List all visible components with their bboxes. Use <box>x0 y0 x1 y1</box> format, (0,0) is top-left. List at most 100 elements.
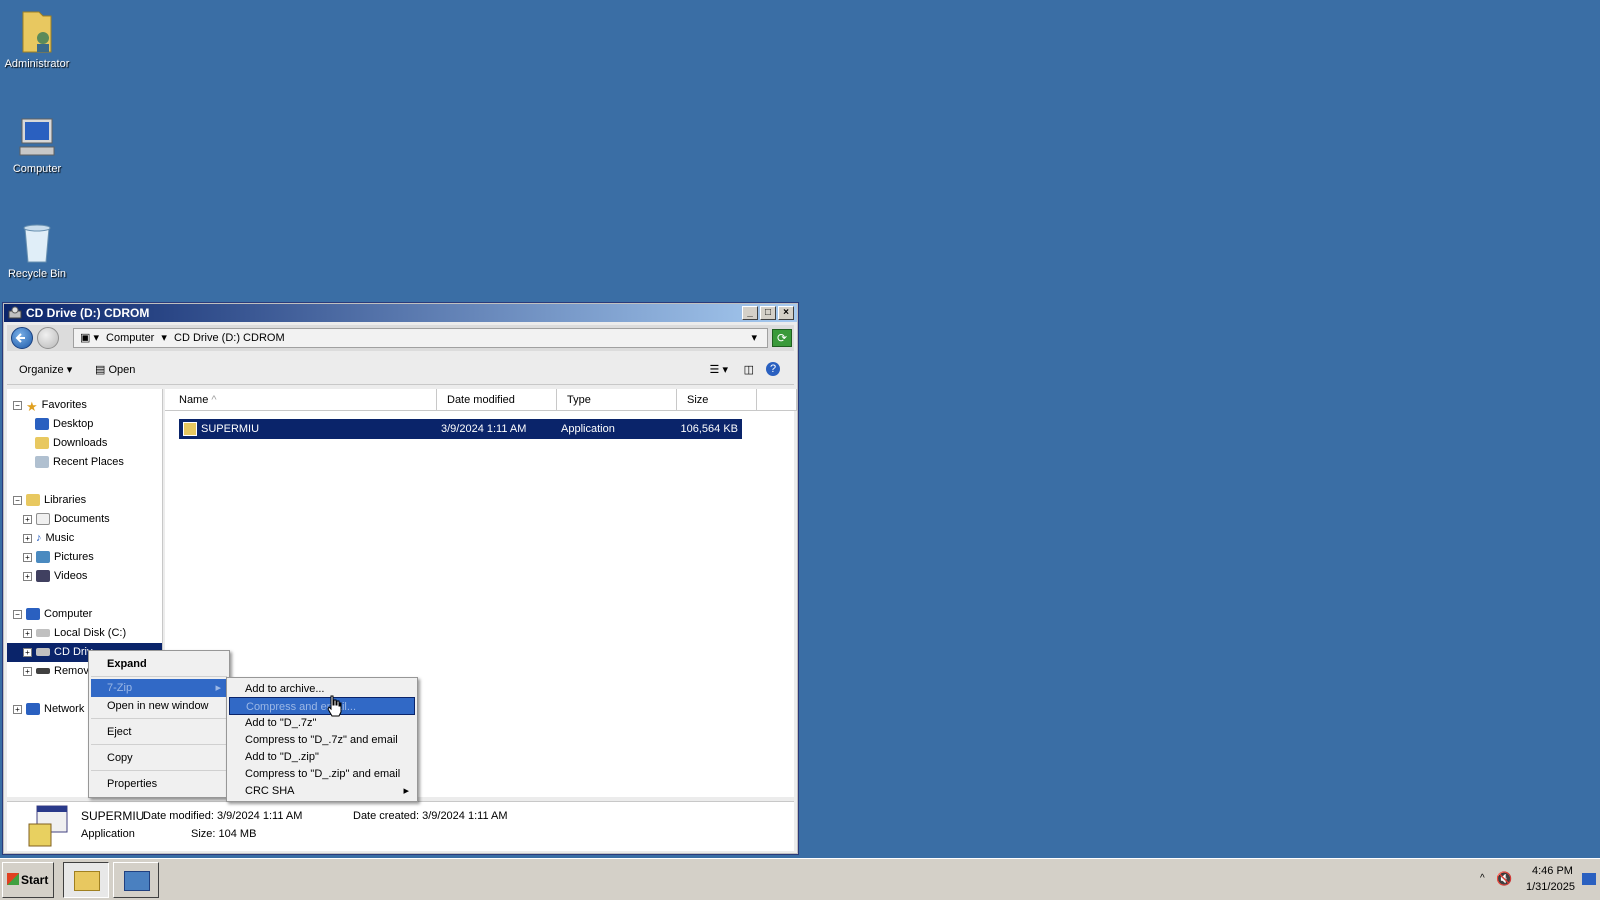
menu-separator <box>91 676 227 677</box>
menu-item-properties[interactable]: Properties <box>91 775 227 793</box>
tree-network[interactable]: + Network <box>13 703 84 716</box>
tree-label: Downloads <box>53 437 108 449</box>
submenu-add-to-archive[interactable]: Add to archive... <box>229 680 415 698</box>
tree-desktop[interactable]: Desktop <box>35 418 94 431</box>
7zip-submenu: Add to archive... Compress and email... … <box>226 677 418 802</box>
submenu-crc-sha[interactable]: CRC SHA ▸ <box>229 782 415 800</box>
breadcrumb-computer[interactable]: Computer <box>106 332 154 344</box>
close-button[interactable]: × <box>778 306 794 320</box>
column-label: Type <box>567 394 591 406</box>
column-name[interactable]: Name ^ <box>165 389 437 411</box>
hard-drive-icon <box>36 629 50 638</box>
column-filler <box>757 389 797 411</box>
column-date-modified[interactable]: Date modified <box>437 389 557 411</box>
desktop-icon-label: Recycle Bin <box>7 268 67 280</box>
open-icon: ▤ <box>95 364 109 376</box>
application-large-icon <box>28 805 68 847</box>
tree-documents[interactable]: + Documents <box>23 513 110 526</box>
maximize-button[interactable]: □ <box>760 306 776 320</box>
tree-label: Desktop <box>53 418 94 430</box>
collapse-icon[interactable]: − <box>13 400 22 410</box>
show-desktop-icon[interactable] <box>1582 873 1596 885</box>
preview-pane-icon[interactable]: ◫ <box>744 363 754 376</box>
desktop-icon <box>35 418 49 431</box>
menu-item-open-new-window[interactable]: Open in new window <box>91 697 227 715</box>
expand-icon[interactable]: + <box>23 552 32 562</box>
desktop-icon-label: Computer <box>12 163 62 175</box>
hand-cursor-icon <box>327 695 342 717</box>
expand-icon[interactable]: + <box>23 666 32 676</box>
menu-item-copy[interactable]: Copy <box>91 749 227 767</box>
tree-recent-places[interactable]: Recent Places <box>35 456 124 469</box>
breadcrumb-cd-drive[interactable]: CD Drive (D:) CDROM <box>174 332 285 344</box>
file-name: SUPERMIU <box>201 423 260 435</box>
column-label: Size <box>687 394 709 406</box>
desktop-icon-computer[interactable]: Computer <box>0 115 74 175</box>
menu-item-label: 7-Zip <box>107 682 133 694</box>
help-icon[interactable]: ? <box>766 362 780 376</box>
tree-downloads[interactable]: Downloads <box>35 437 108 450</box>
submenu-compress-and-email[interactable]: Compress and email... <box>229 697 415 715</box>
minimize-button[interactable]: _ <box>742 306 758 320</box>
show-hidden-icons[interactable]: ^ <box>1480 873 1485 884</box>
server-manager-icon <box>124 871 150 891</box>
tree-label: Remov <box>54 665 89 677</box>
tree-label: Libraries <box>44 494 87 506</box>
network-icon <box>26 703 40 716</box>
expand-icon[interactable]: + <box>23 533 32 543</box>
downloads-icon <box>35 437 49 450</box>
submenu-add-to-7z[interactable]: Add to "D_.7z" <box>229 714 415 732</box>
tree-removable[interactable]: + Remov <box>23 665 89 677</box>
tree-computer[interactable]: − Computer <box>13 608 93 621</box>
clock-time[interactable]: 4:46 PM <box>1532 865 1573 877</box>
taskbar-explorer[interactable] <box>63 862 109 898</box>
collapse-icon[interactable]: − <box>13 609 22 619</box>
clock-date[interactable]: 1/31/2025 <box>1526 881 1575 893</box>
tree-music[interactable]: + ♪ Music <box>23 532 74 544</box>
file-row[interactable]: SUPERMIU 3/9/2024 1:11 AM Application 10… <box>179 419 742 439</box>
taskbar-server-manager[interactable] <box>113 862 159 898</box>
menu-item-eject[interactable]: Eject <box>91 723 227 741</box>
tree-favorites[interactable]: − ★ Favorites <box>13 399 87 414</box>
address-box[interactable]: ▣ ▾ Computer ▾ CD Drive (D:) CDROM ▾ <box>73 328 768 348</box>
collapse-icon[interactable]: − <box>13 495 22 505</box>
views-button[interactable]: ☰ ▾ <box>710 363 728 376</box>
tree-label: Computer <box>44 608 93 620</box>
column-size[interactable]: Size <box>677 389 757 411</box>
recycle-bin-icon <box>23 224 51 263</box>
tree-videos[interactable]: + Videos <box>23 570 88 583</box>
column-type[interactable]: Type <box>557 389 677 411</box>
title-bar[interactable]: CD Drive (D:) CDROM _ □ × <box>4 304 797 322</box>
expand-icon[interactable]: + <box>23 628 32 638</box>
submenu-arrow-icon: ▸ <box>403 785 409 797</box>
submenu-compress-7z-email[interactable]: Compress to "D_.7z" and email <box>229 731 415 749</box>
refresh-button[interactable]: ⟳ <box>772 329 792 347</box>
address-dropdown-icon[interactable]: ▾ <box>751 329 757 347</box>
submenu-compress-zip-email[interactable]: Compress to "D_.zip" and email <box>229 765 415 783</box>
command-bar: Organize ▾ ▤ Open ☰ ▾ ◫ ? <box>7 355 794 385</box>
desktop-icon-recycle-bin[interactable]: Recycle Bin <box>0 220 74 280</box>
organize-button[interactable]: Organize ▾ <box>19 363 72 376</box>
expand-icon[interactable]: + <box>23 571 32 581</box>
system-tray: ^ 🔇 4:46 PM 1/31/2025 <box>1480 859 1600 900</box>
tree-libraries[interactable]: − Libraries <box>13 494 87 507</box>
expand-icon[interactable]: + <box>23 514 32 524</box>
forward-button[interactable] <box>37 327 59 349</box>
desktop-icon-administrator[interactable]: Administrator <box>0 8 74 70</box>
tree-pictures[interactable]: + Pictures <box>23 551 94 564</box>
start-button[interactable]: Start <box>2 862 54 898</box>
window-title: CD Drive (D:) CDROM <box>26 306 150 320</box>
open-button[interactable]: ▤ Open <box>95 363 135 376</box>
submenu-add-to-zip[interactable]: Add to "D_.zip" <box>229 748 415 766</box>
expand-icon[interactable]: + <box>23 647 32 657</box>
menu-separator <box>91 744 227 745</box>
expand-icon[interactable]: + <box>13 704 22 714</box>
videos-icon <box>36 570 50 583</box>
menu-item-7zip[interactable]: 7-Zip ▸ <box>91 679 227 697</box>
menu-item-expand[interactable]: Expand <box>91 655 227 673</box>
back-button[interactable] <box>11 327 33 349</box>
speaker-muted-icon[interactable]: 🔇 <box>1496 871 1512 887</box>
tree-local-disk[interactable]: + Local Disk (C:) <box>23 627 126 639</box>
tree-label: Videos <box>54 570 88 582</box>
submenu-arrow-icon: ▸ <box>215 682 221 694</box>
